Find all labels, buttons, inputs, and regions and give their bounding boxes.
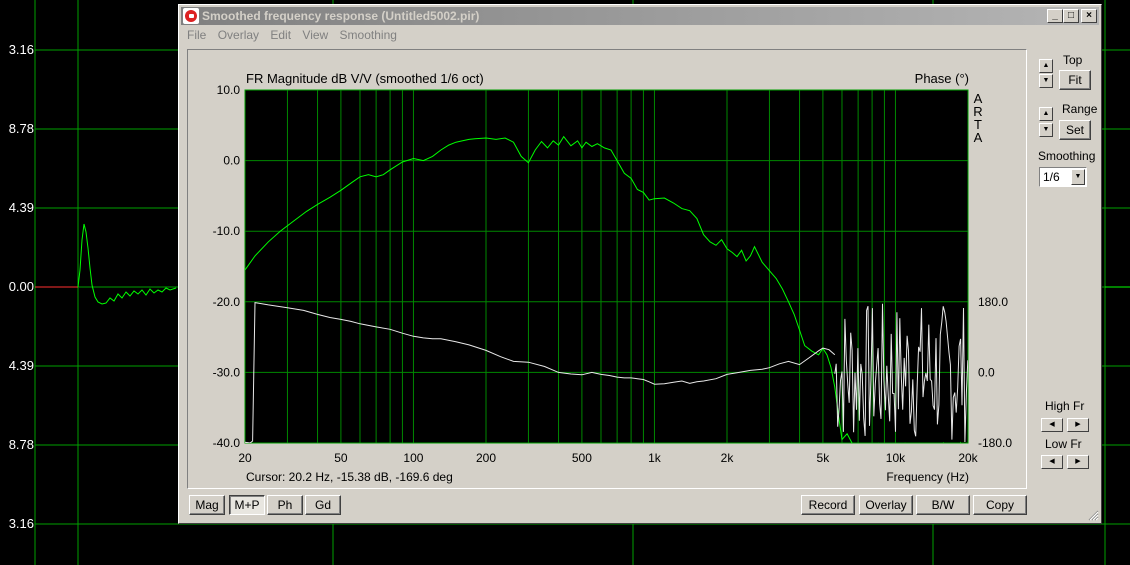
range-down-arrow-icon[interactable]: ▼ xyxy=(1039,123,1053,137)
x-tick-label: 20 xyxy=(238,451,252,465)
record-button[interactable]: Record xyxy=(801,495,855,515)
magnitude-floor-trace xyxy=(854,441,961,443)
background-tick-label: 8.78 xyxy=(8,437,34,452)
top-up-arrow-icon[interactable]: ▲ xyxy=(1039,59,1053,73)
minimize-button[interactable]: _ xyxy=(1047,9,1063,23)
background-tick-label: 8.78 xyxy=(8,121,34,136)
high-fr-right-arrow-icon[interactable]: ▶ xyxy=(1067,418,1089,432)
menu-edit[interactable]: Edit xyxy=(270,28,291,42)
title-bar[interactable]: Smoothed frequency response (Untitled500… xyxy=(181,7,1099,25)
chart-title: FR Magnitude dB V/V (smoothed 1/6 oct) xyxy=(246,71,484,86)
smoothed-fr-window: Smoothed frequency response (Untitled500… xyxy=(178,4,1102,524)
x-tick-label: 10k xyxy=(886,451,906,465)
y-tick-label: -10.0 xyxy=(213,224,241,238)
resize-grip-icon[interactable] xyxy=(1087,509,1099,521)
smoothing-select[interactable]: 1/6 ▼ xyxy=(1039,167,1087,187)
arta-watermark-letter: A xyxy=(974,130,983,145)
top-down-arrow-icon[interactable]: ▼ xyxy=(1039,74,1053,88)
cursor-readout: Cursor: 20.2 Hz, -15.38 dB, -169.6 deg xyxy=(246,470,453,484)
high-fr-left-arrow-icon[interactable]: ◀ xyxy=(1041,418,1063,432)
phase-tick-label: -180.0 xyxy=(978,436,1012,450)
background-tick-label: 3.16 xyxy=(8,516,34,531)
y-tick-label: 0.0 xyxy=(223,154,240,168)
fit-button[interactable]: Fit xyxy=(1059,70,1091,90)
window-title: Smoothed frequency response (Untitled500… xyxy=(202,9,480,23)
menu-view[interactable]: View xyxy=(302,28,328,42)
x-tick-label: 500 xyxy=(572,451,592,465)
maximize-button[interactable]: □ xyxy=(1063,9,1079,23)
overlay-button[interactable]: Overlay xyxy=(859,495,913,515)
set-button[interactable]: Set xyxy=(1059,120,1091,140)
x-tick-label: 1k xyxy=(648,451,662,465)
group-delay-button[interactable]: Gd xyxy=(305,495,341,515)
x-tick-label: 50 xyxy=(334,451,348,465)
y-tick-label: -30.0 xyxy=(213,365,241,379)
menu-overlay[interactable]: Overlay xyxy=(218,28,259,42)
range-label: Range xyxy=(1062,102,1098,116)
phase-tick-label: 0.0 xyxy=(978,365,995,379)
x-tick-label: 100 xyxy=(403,451,423,465)
phase-axis-title: Phase (°) xyxy=(915,71,969,86)
range-up-arrow-icon[interactable]: ▲ xyxy=(1039,107,1053,121)
menu-bar: File Overlay Edit View Smoothing xyxy=(187,28,405,44)
background-tick-label: 0.00 xyxy=(8,279,34,294)
plot-area[interactable] xyxy=(245,90,968,443)
background-impulse-trace xyxy=(77,223,177,305)
x-axis-label: Frequency (Hz) xyxy=(886,470,969,484)
smoothing-label: Smoothing xyxy=(1038,149,1096,163)
y-tick-label: -40.0 xyxy=(213,436,241,450)
x-tick-label: 20k xyxy=(958,451,978,465)
phase-tick-label: 180.0 xyxy=(978,295,1008,309)
background-tick-label: 3.16 xyxy=(8,42,34,57)
low-fr-right-arrow-icon[interactable]: ▶ xyxy=(1067,455,1089,469)
top-label: Top xyxy=(1063,53,1083,67)
phase-button[interactable]: Ph xyxy=(267,495,303,515)
frequency-response-chart[interactable]: FR Magnitude dB V/V (smoothed 1/6 oct) Ph… xyxy=(188,50,1026,488)
close-button[interactable]: × xyxy=(1081,9,1097,23)
x-tick-label: 200 xyxy=(476,451,496,465)
bw-button[interactable]: B/W xyxy=(916,495,970,515)
smoothing-value: 1/6 xyxy=(1043,170,1060,184)
high-fr-label: High Fr xyxy=(1045,399,1085,413)
x-tick-label: 2k xyxy=(721,451,735,465)
mag-button[interactable]: Mag xyxy=(189,495,225,515)
chevron-down-icon[interactable]: ▼ xyxy=(1071,169,1085,185)
background-tick-label: 4.39 xyxy=(8,200,34,215)
x-tick-label: 5k xyxy=(817,451,831,465)
menu-file[interactable]: File xyxy=(187,28,206,42)
low-fr-left-arrow-icon[interactable]: ◀ xyxy=(1041,455,1063,469)
menu-smoothing[interactable]: Smoothing xyxy=(340,28,397,42)
mag-phase-button[interactable]: M+P xyxy=(229,495,265,515)
chart-panel: FR Magnitude dB V/V (smoothed 1/6 oct) Ph… xyxy=(187,49,1027,489)
y-tick-label: -20.0 xyxy=(213,295,241,309)
background-tick-label: 4.39 xyxy=(8,358,34,373)
app-icon[interactable] xyxy=(183,8,199,24)
y-tick-label: 10.0 xyxy=(217,83,241,97)
low-fr-label: Low Fr xyxy=(1045,437,1082,451)
copy-button[interactable]: Copy xyxy=(973,495,1027,515)
